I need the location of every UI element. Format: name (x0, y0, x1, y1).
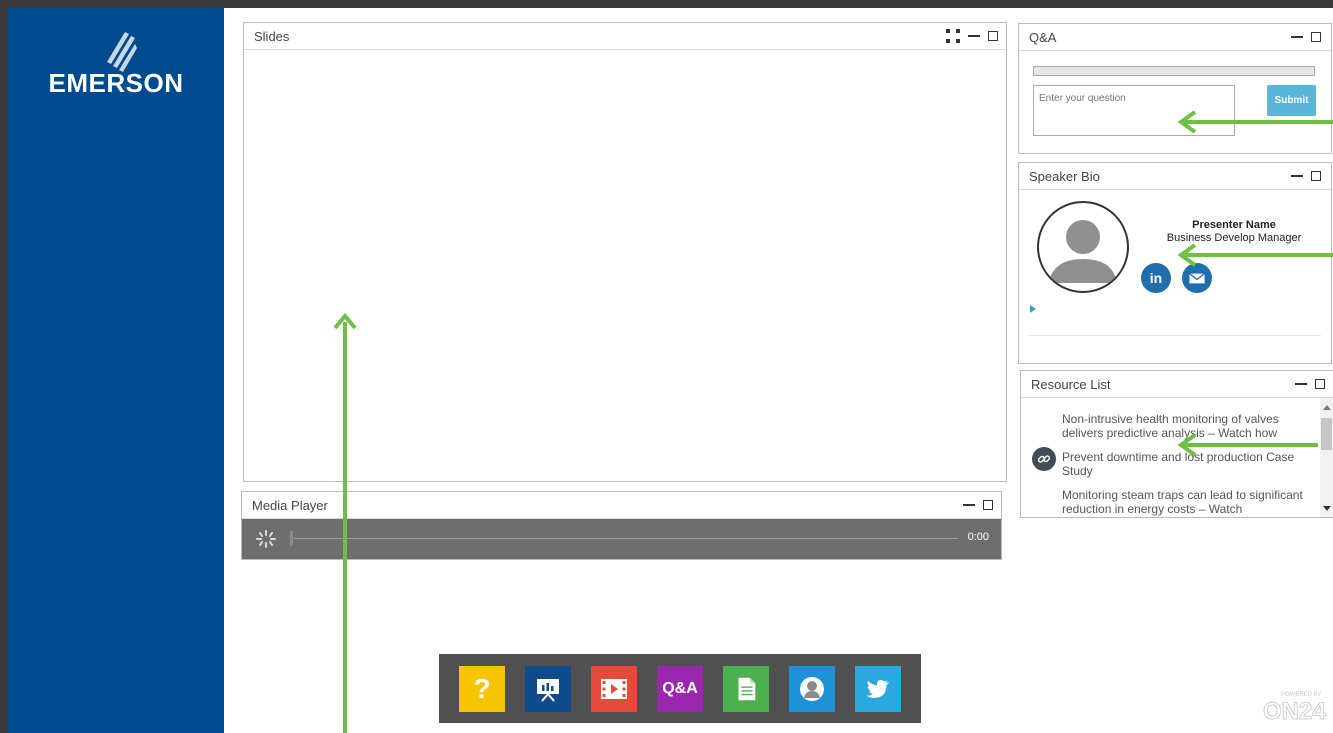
maximize-icon[interactable] (988, 31, 998, 41)
question-input[interactable]: Enter your question (1033, 85, 1235, 136)
twitter-icon (866, 680, 889, 698)
seek-handle[interactable] (290, 531, 293, 546)
link-icon (1032, 447, 1056, 471)
minimize-icon[interactable] (1295, 383, 1307, 385)
annotation-arrowhead (333, 312, 357, 330)
qa-icon: Q&A (662, 680, 698, 697)
expand-bio-icon[interactable] (1030, 305, 1036, 313)
slides-icon (537, 679, 559, 702)
media-player-icon (601, 679, 627, 699)
help-button[interactable]: ? (459, 666, 505, 712)
speaker-bio-icon (800, 677, 824, 701)
avatar (1037, 201, 1129, 293)
qa-panel: Q&A Enter your question Submit (1018, 23, 1332, 154)
brand-sidebar: EMERSON (8, 8, 224, 733)
resource-item[interactable]: Monitoring steam traps can lead to signi… (1062, 488, 1312, 516)
resource-list-title: Resource List (1031, 377, 1111, 392)
email-icon[interactable] (1182, 263, 1212, 293)
speaker-bio-title: Speaker Bio (1029, 169, 1100, 184)
annotation-arrowhead (1177, 110, 1197, 134)
maximize-icon[interactable] (1311, 171, 1321, 181)
scrollbar[interactable] (1320, 398, 1333, 517)
qa-panel-title: Q&A (1029, 30, 1057, 45)
annotation-arrowhead (1177, 243, 1197, 267)
on24-wordmark: ON24 (1263, 698, 1327, 726)
annotation-arrow (1185, 443, 1318, 447)
maximize-icon[interactable] (1315, 379, 1325, 389)
window-frame-top (0, 0, 1333, 8)
linkedin-icon[interactable]: in (1141, 263, 1171, 293)
scroll-down-icon[interactable] (1323, 506, 1331, 511)
speaker-bio-button[interactable] (789, 666, 835, 712)
resource-list-icon (738, 677, 756, 701)
media-player-header: Media Player (242, 492, 1001, 519)
on24-logo: POWERED BY ON24 (1263, 690, 1333, 730)
maximize-icon[interactable] (1311, 32, 1321, 42)
loading-spinner-icon (256, 530, 276, 548)
media-player-panel: Media Player 0:00 (241, 491, 1002, 560)
media-player-title: Media Player (252, 498, 328, 513)
seek-bar[interactable] (294, 538, 958, 539)
maximize-icon[interactable] (983, 500, 993, 510)
presenter-name: Presenter Name (1192, 219, 1276, 231)
presenter-role: Business Develop Manager (1166, 232, 1302, 244)
scroll-thumb[interactable] (1321, 418, 1332, 450)
minimize-icon[interactable] (1291, 36, 1303, 38)
brand-logo-text: EMERSON (48, 68, 184, 98)
scroll-up-icon[interactable] (1323, 405, 1331, 410)
widget-toolbar: ? Q&A (439, 654, 921, 723)
help-icon: ? (473, 673, 491, 704)
annotation-arrowhead (1177, 433, 1197, 457)
annotation-arrow (1185, 253, 1333, 257)
qa-panel-header: Q&A (1019, 24, 1331, 51)
slides-panel-header: Slides (244, 23, 1006, 50)
twitter-button[interactable] (855, 666, 901, 712)
slides-panel: Slides (243, 22, 1007, 482)
speaker-bio-header: Speaker Bio (1019, 163, 1331, 190)
emerson-logo-icon (107, 32, 137, 72)
fullscreen-icon[interactable] (946, 29, 960, 43)
slides-content-area (244, 50, 1006, 481)
media-time: 0:00 (967, 531, 989, 543)
annotation-arrow (343, 322, 347, 733)
minimize-icon[interactable] (968, 35, 980, 37)
submit-button[interactable]: Submit (1267, 85, 1316, 116)
person-icon (1049, 220, 1117, 283)
minimize-icon[interactable] (963, 504, 975, 506)
qa-button[interactable]: Q&A (657, 666, 703, 712)
divider (1029, 335, 1321, 336)
speaker-bio-panel: Speaker Bio Presenter Name Business Deve… (1018, 162, 1332, 364)
media-player-button[interactable] (591, 666, 637, 712)
media-controls-bar: 0:00 (242, 519, 1001, 559)
resource-list-header: Resource List (1021, 371, 1333, 398)
resource-list-button[interactable] (723, 666, 769, 712)
slides-panel-title: Slides (254, 29, 290, 44)
minimize-icon[interactable] (1291, 175, 1303, 177)
slides-button[interactable] (525, 666, 571, 712)
window-frame-left (0, 0, 8, 733)
annotation-arrow (1185, 120, 1333, 124)
qa-history-bar (1033, 66, 1315, 76)
